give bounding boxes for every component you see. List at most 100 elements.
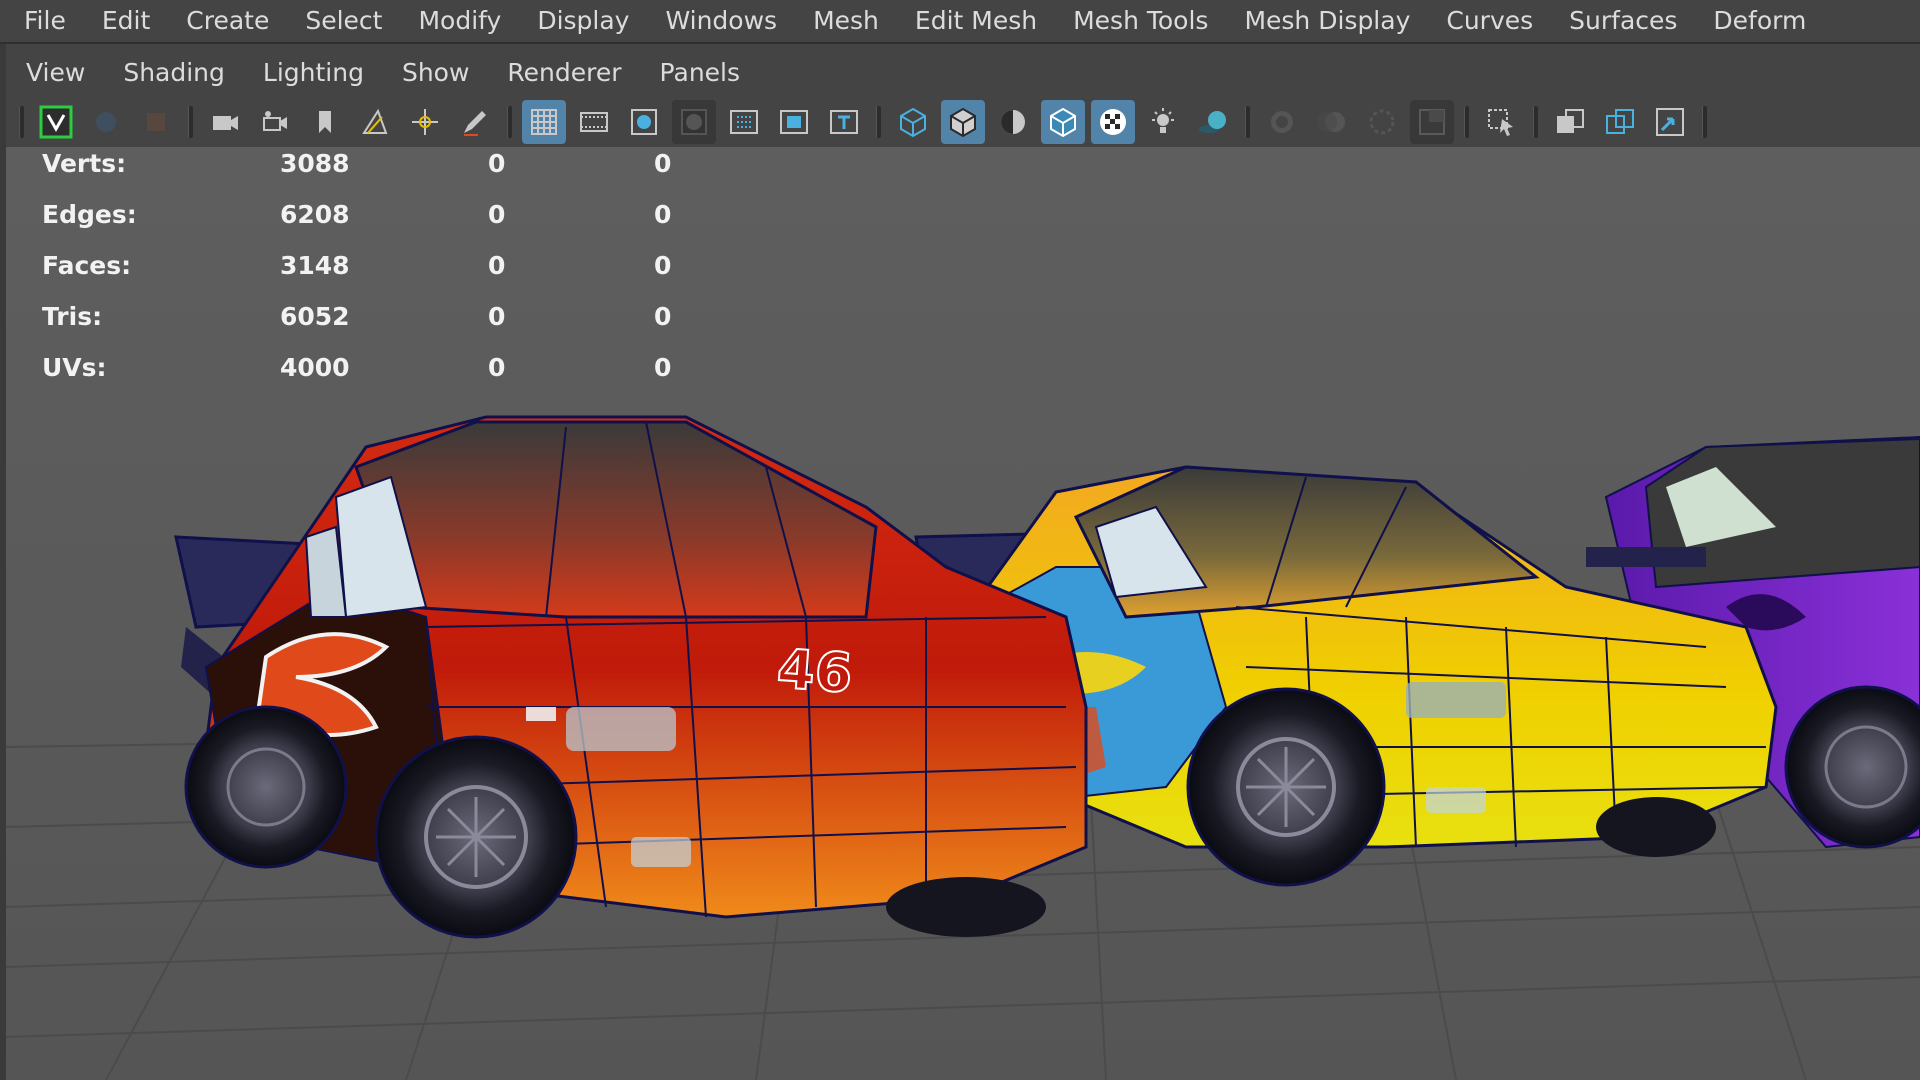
motion-blur-button[interactable] bbox=[1310, 100, 1354, 144]
red-car-model: 46 bbox=[174, 415, 1088, 939]
camera-move-icon bbox=[263, 111, 287, 131]
camera-button[interactable] bbox=[203, 100, 247, 144]
toolbar-separator[interactable] bbox=[876, 106, 881, 138]
select-camera-icon bbox=[39, 105, 73, 139]
gate-mask-button[interactable] bbox=[672, 100, 716, 144]
field-chart-button[interactable] bbox=[722, 100, 766, 144]
wireframe-on-shaded-button[interactable] bbox=[1041, 100, 1085, 144]
menu-deform[interactable]: Deform bbox=[1695, 0, 1824, 43]
smooth-shade-icon bbox=[950, 107, 976, 138]
panel-menu-renderer[interactable]: Renderer bbox=[488, 58, 640, 87]
xray-button[interactable] bbox=[1548, 100, 1592, 144]
film-gate-button[interactable] bbox=[572, 100, 616, 144]
bookmark-button[interactable] bbox=[303, 100, 347, 144]
smooth-shade-button[interactable] bbox=[941, 100, 985, 144]
camera-move-button[interactable] bbox=[253, 100, 297, 144]
hud-value: 4000 bbox=[280, 353, 350, 382]
panel-menu-show[interactable]: Show bbox=[383, 58, 488, 87]
menu-mesh-display[interactable]: Mesh Display bbox=[1226, 0, 1428, 43]
shadows-button[interactable] bbox=[1191, 100, 1235, 144]
3d-viewport[interactable]: 46 Verts: 3088 0 0 Edges: 6208 0 0 Faces: 3148 0 0 T… bbox=[6, 147, 1920, 1080]
menu-create[interactable]: Create bbox=[168, 0, 287, 43]
lock-camera-icon bbox=[96, 112, 116, 132]
image-plane-button[interactable] bbox=[353, 100, 397, 144]
safe-action-icon bbox=[780, 110, 808, 134]
menu-curves[interactable]: Curves bbox=[1428, 0, 1551, 43]
hud-value: 0 bbox=[654, 302, 672, 331]
toolbar-separator[interactable] bbox=[19, 106, 24, 138]
xray-joints-button[interactable] bbox=[1598, 100, 1642, 144]
hud-label: Tris: bbox=[42, 302, 103, 331]
use-all-lights-icon bbox=[1152, 108, 1174, 133]
panel-menu-bar: View Shading Lighting Show Renderer Panels bbox=[6, 48, 1920, 97]
safe-action-button[interactable] bbox=[772, 100, 816, 144]
menu-mesh-tools[interactable]: Mesh Tools bbox=[1055, 0, 1226, 43]
hud-row-uvs: UVs: 4000 0 0 bbox=[42, 351, 682, 402]
hud-value: 0 bbox=[488, 302, 506, 331]
toolbar-separator[interactable] bbox=[1533, 106, 1538, 138]
camera-icon bbox=[213, 116, 238, 130]
use-default-material-button[interactable] bbox=[991, 100, 1035, 144]
hud-value: 0 bbox=[488, 149, 506, 178]
menu-surfaces[interactable]: Surfaces bbox=[1551, 0, 1695, 43]
car-number-label: 46 bbox=[775, 637, 854, 705]
wireframe-icon bbox=[900, 107, 926, 138]
motion-blur-icon bbox=[1317, 112, 1345, 132]
safe-title-button[interactable] bbox=[822, 100, 866, 144]
panel-menu-shading[interactable]: Shading bbox=[104, 58, 244, 87]
hud-value: 0 bbox=[654, 353, 672, 382]
xray-active-button[interactable] bbox=[1648, 100, 1692, 144]
textured-icon bbox=[1100, 109, 1126, 135]
menu-select[interactable]: Select bbox=[287, 0, 400, 43]
2d-pan-zoom-icon bbox=[412, 109, 438, 135]
resolution-gate-button[interactable] bbox=[622, 100, 666, 144]
panel-menu-view[interactable]: View bbox=[6, 58, 104, 87]
select-camera-button[interactable] bbox=[34, 100, 78, 144]
menu-windows[interactable]: Windows bbox=[647, 0, 795, 43]
hud-value: 0 bbox=[654, 149, 672, 178]
textured-button[interactable] bbox=[1091, 100, 1135, 144]
screen-space-ao-button[interactable] bbox=[1260, 100, 1304, 144]
menu-edit-mesh[interactable]: Edit Mesh bbox=[897, 0, 1055, 43]
menu-mesh[interactable]: Mesh bbox=[795, 0, 897, 43]
panel-menu-lighting[interactable]: Lighting bbox=[244, 58, 383, 87]
poly-count-hud: Verts: 3088 0 0 Edges: 6208 0 0 Faces: 3148 0 0 Tris… bbox=[42, 147, 682, 402]
lock-camera-button[interactable] bbox=[84, 100, 128, 144]
depth-of-field-button[interactable] bbox=[1410, 100, 1454, 144]
camera-attributes-icon bbox=[147, 113, 165, 131]
shadows-icon bbox=[1199, 111, 1226, 133]
toolbar-separator[interactable] bbox=[1702, 106, 1707, 138]
hud-value: 6052 bbox=[280, 302, 350, 331]
xray-icon bbox=[1557, 109, 1584, 133]
xray-joints-icon bbox=[1606, 109, 1634, 134]
menu-modify[interactable]: Modify bbox=[400, 0, 519, 43]
menu-edit[interactable]: Edit bbox=[84, 0, 168, 43]
hud-value: 3088 bbox=[280, 149, 350, 178]
anti-aliasing-button[interactable] bbox=[1360, 100, 1404, 144]
2d-pan-zoom-button[interactable] bbox=[403, 100, 447, 144]
wireframe-button[interactable] bbox=[891, 100, 935, 144]
hud-label: Edges: bbox=[42, 200, 137, 229]
hud-value: 0 bbox=[488, 353, 506, 382]
toolbar-separator[interactable] bbox=[1464, 106, 1469, 138]
hud-value: 0 bbox=[654, 251, 672, 280]
camera-attributes-button[interactable] bbox=[134, 100, 178, 144]
wireframe-on-shaded-icon bbox=[1050, 107, 1076, 138]
toolbar-separator[interactable] bbox=[507, 106, 512, 138]
isolate-select-button[interactable] bbox=[1479, 100, 1523, 144]
toolbar-separator[interactable] bbox=[188, 106, 193, 138]
panel-toolbar bbox=[6, 97, 1920, 147]
toolbar-separator[interactable] bbox=[1245, 106, 1250, 138]
image-plane-icon bbox=[362, 108, 388, 134]
panel-menu-panels[interactable]: Panels bbox=[641, 58, 759, 87]
menu-display[interactable]: Display bbox=[519, 0, 647, 43]
hud-row-tris: Tris: 6052 0 0 bbox=[42, 300, 682, 351]
xray-active-icon bbox=[1656, 108, 1684, 136]
grease-pencil-button[interactable] bbox=[453, 100, 497, 144]
grid-button[interactable] bbox=[522, 100, 566, 144]
use-all-lights-button[interactable] bbox=[1141, 100, 1185, 144]
use-default-material-icon bbox=[1001, 110, 1025, 134]
anti-aliasing-icon bbox=[1369, 109, 1395, 135]
hud-row-edges: Edges: 6208 0 0 bbox=[42, 198, 682, 249]
menu-file[interactable]: File bbox=[0, 0, 84, 43]
